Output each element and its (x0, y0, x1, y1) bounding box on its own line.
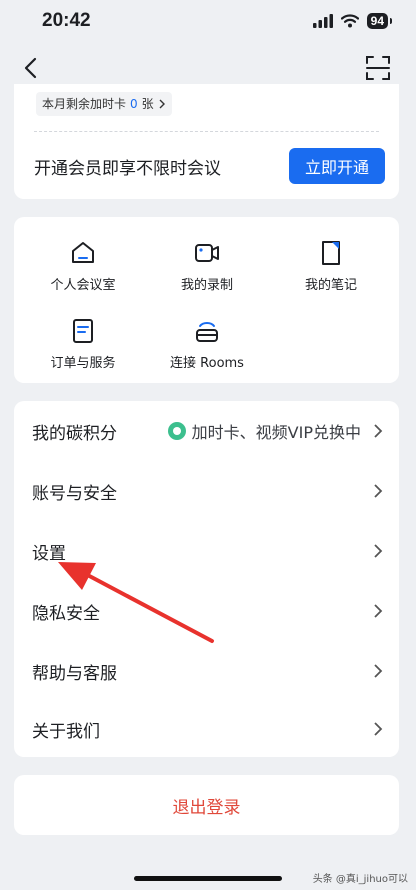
grid-item-notes[interactable]: 我的笔记 (276, 239, 386, 293)
watermark: 头条 @真i_jihuo可以 (312, 874, 408, 885)
chevron-right-icon (374, 544, 383, 558)
menu-item-label: 隐私安全 (32, 603, 100, 624)
menu-item-account-security[interactable]: 账号与安全 (14, 461, 399, 521)
menu-item-label: 账号与安全 (32, 483, 117, 504)
rooms-icon (196, 322, 218, 342)
grid-item-personal-room[interactable]: 个人会议室 (28, 239, 138, 293)
grid-item-label: 我的录制 (180, 278, 233, 293)
grid-item-recordings[interactable]: 我的录制 (152, 239, 262, 293)
order-icon (73, 319, 93, 343)
chevron-right-icon (374, 664, 383, 678)
menu-item-label: 关于我们 (32, 721, 100, 742)
video-icon (195, 244, 219, 262)
back-icon[interactable] (18, 54, 46, 82)
grid-item-label: 个人会议室 (50, 278, 116, 293)
signal-icon (312, 14, 333, 28)
chevron-right-icon (374, 424, 383, 438)
grid-item-orders[interactable]: 订单与服务 (28, 317, 138, 371)
open-membership-button[interactable]: 立即开通 (289, 148, 385, 184)
grid-item-label: 连接 Rooms (170, 356, 244, 371)
carbon-promo: 加时卡、视频VIP兑换中 (167, 419, 361, 443)
status-bar: 20:42 94 (0, 0, 416, 44)
feature-grid: 个人会议室 我的录制 我的笔记 订单与服务 连接 Rooms (14, 217, 399, 383)
chevron-right-icon (374, 484, 383, 498)
menu-item-privacy[interactable]: 隐私安全 (14, 581, 399, 641)
membership-card: 本月剩余加时卡 0 张 开通会员即享不限时会议 立即开通 (14, 84, 399, 199)
membership-promo-text: 开通会员即享不限时会议 (34, 159, 221, 179)
home-indicator (134, 876, 282, 881)
status-time: 20:42 (42, 10, 91, 31)
logout-button[interactable]: 退出登录 (14, 775, 399, 835)
menu-item-label: 我的碳积分 (32, 423, 117, 444)
grid-item-connect-rooms[interactable]: 连接 Rooms (152, 317, 262, 371)
nav-bar (0, 50, 416, 86)
chevron-right-icon (374, 604, 383, 618)
logout-label: 退出登录 (172, 797, 241, 818)
grid-item-label: 我的笔记 (304, 278, 357, 293)
menu-item-carbon-points[interactable]: 我的碳积分 加时卡、视频VIP兑换中 (14, 401, 399, 461)
extra-time-label: 本月剩余加时卡 (42, 97, 127, 111)
settings-menu: 我的碳积分 加时卡、视频VIP兑换中 账号与安全 设置 隐私安全 帮助与客服 关… (14, 401, 399, 757)
menu-item-label: 帮助与客服 (32, 663, 117, 684)
note-icon (322, 241, 340, 265)
extra-time-count: 0 (130, 97, 138, 111)
menu-item-help[interactable]: 帮助与客服 (14, 641, 399, 701)
grid-item-label: 订单与服务 (50, 356, 116, 371)
menu-item-label: 设置 (32, 543, 66, 564)
carbon-icon (167, 422, 186, 440)
extra-time-card-chip[interactable]: 本月剩余加时卡 0 张 (36, 92, 172, 116)
battery-indicator: 94 (366, 13, 393, 29)
scan-icon[interactable] (364, 54, 392, 82)
status-icons: 94 (312, 13, 393, 29)
home-icon (72, 242, 94, 263)
menu-item-settings[interactable]: 设置 (14, 521, 399, 581)
menu-item-about[interactable]: 关于我们 (14, 699, 399, 759)
extra-time-unit: 张 (141, 97, 154, 111)
wifi-icon (340, 14, 359, 28)
carbon-promo-text: 加时卡、视频VIP兑换中 (191, 423, 361, 442)
chevron-right-icon (374, 722, 383, 736)
chevron-right-icon (159, 99, 165, 109)
divider (34, 131, 379, 132)
